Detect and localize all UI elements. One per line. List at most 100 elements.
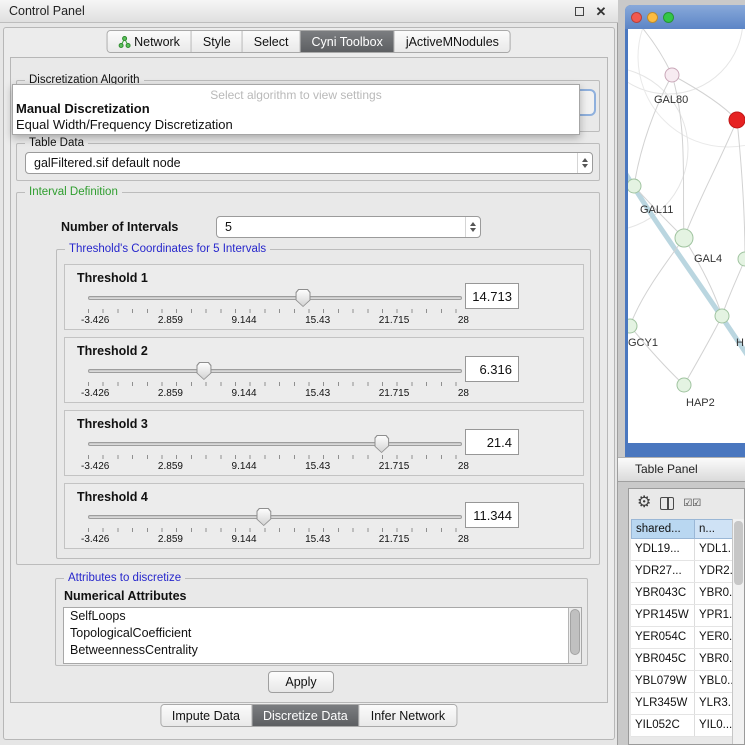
control-panel-tabs: Network Style Select Cyni Toolbox jActiv… — [106, 30, 511, 53]
table-data-group: Table Data galFiltered.sif default node — [16, 143, 600, 181]
control-panel: Control Panel ✕ Network Style Select Cyn… — [0, 0, 618, 745]
node-selected-red[interactable] — [729, 112, 745, 128]
slider-ticks — [88, 455, 462, 459]
threshold-3-value-field[interactable]: 21.4 — [465, 429, 519, 455]
threshold-1-value-field[interactable]: 14.713 — [465, 283, 519, 309]
network-graph: GAL80 GAL11 GAL4 GCY1 HAP2 H — [628, 29, 745, 443]
panel-title: Control Panel — [9, 4, 565, 18]
apply-button[interactable]: Apply — [268, 671, 334, 693]
slider-thumb[interactable] — [296, 289, 311, 307]
list-item-topologicalcoefficient[interactable]: TopologicalCoefficient — [64, 625, 581, 642]
tab-impute-data[interactable]: Impute Data — [161, 705, 252, 726]
scrollbar-thumb[interactable] — [734, 521, 743, 585]
interval-definition-group: Interval Definition Number of Intervals … — [16, 192, 600, 565]
zoom-traffic-light[interactable] — [663, 12, 674, 23]
thick-edge[interactable] — [628, 164, 745, 364]
threshold-4-value-field[interactable]: 11.344 — [465, 502, 519, 528]
table-panel-header[interactable]: Table Panel — [618, 457, 745, 482]
dropdown-placeholder: Select algorithm to view settings — [13, 85, 579, 101]
tab-cyni-toolbox[interactable]: Cyni Toolbox — [300, 31, 394, 52]
tab-network[interactable]: Network — [107, 31, 192, 52]
combobox-stepper-icon[interactable] — [577, 153, 592, 173]
list-item-selfloops[interactable]: SelfLoops — [64, 608, 581, 625]
float-window-button[interactable] — [571, 3, 587, 19]
tab-infer-network[interactable]: Infer Network — [360, 705, 456, 726]
table-scrollbar[interactable] — [732, 519, 744, 744]
attributes-scrollbar[interactable] — [568, 608, 581, 663]
tab-select[interactable]: Select — [243, 31, 301, 52]
columns-icon[interactable] — [660, 497, 674, 510]
attributes-group: Attributes to discretize Numerical Attri… — [55, 578, 588, 666]
slider-scale: -3.4262.8599.14415.4321.71528 — [81, 388, 469, 399]
gear-icon[interactable]: ⚙ — [637, 495, 651, 511]
numerical-attributes-label: Numerical Attributes — [64, 589, 186, 603]
close-window-button[interactable]: ✕ — [593, 3, 609, 19]
node-label-gal4: GAL4 — [694, 253, 722, 265]
node-label-hap2: HAP2 — [686, 397, 715, 409]
table-row[interactable]: YER054CYER0... — [631, 627, 732, 649]
column-header-name[interactable]: n... — [695, 519, 734, 539]
table-data-combobox[interactable]: galFiltered.sif default node — [25, 152, 593, 174]
network-icon — [118, 36, 130, 48]
node-hap2[interactable] — [677, 378, 691, 392]
tab-discretize-data[interactable]: Discretize Data — [252, 705, 360, 726]
thresholds-group: Threshold's Coordinates for 5 Intervals … — [56, 249, 591, 559]
dropdown-option-manual-discretization[interactable]: Manual Discretization — [13, 101, 579, 117]
cyni-mode-tabs: Impute Data Discretize Data Infer Networ… — [160, 704, 457, 727]
scrollbar-thumb[interactable] — [570, 609, 580, 655]
table-row[interactable]: YIL052CYIL0... — [631, 715, 732, 737]
table-row[interactable]: YBR045CYBR0... — [631, 649, 732, 671]
node-gal11[interactable] — [628, 179, 641, 193]
network-window-titlebar[interactable] — [625, 5, 745, 29]
tab-style[interactable]: Style — [192, 31, 243, 52]
table-toolbar: ⚙ ☑☑ — [629, 489, 744, 517]
thresholds-group-title: Threshold's Coordinates for 5 Intervals — [65, 242, 270, 256]
threshold-3-slider[interactable]: -3.4262.8599.14415.4321.71528 — [81, 433, 469, 475]
number-of-intervals-label: Number of Intervals — [61, 220, 178, 234]
control-panel-titlebar: Control Panel ✕ — [0, 0, 618, 23]
threshold-4-panel: Threshold 4 -3.4262.8599.14415.4321.7152… — [64, 483, 584, 549]
table-row[interactable]: YDL19...YDL1... — [631, 539, 732, 561]
threshold-2-slider[interactable]: -3.4262.8599.14415.4321.71528 — [81, 360, 469, 402]
slider-thumb[interactable] — [374, 435, 389, 453]
node-gal4[interactable] — [675, 229, 693, 247]
table-row[interactable]: YPR145WYPR1... — [631, 605, 732, 627]
node-gcy1[interactable] — [628, 319, 637, 333]
node-right-edge[interactable] — [738, 252, 745, 266]
table-data-group-title: Table Data — [25, 136, 88, 150]
column-header-shared-name[interactable]: shared... — [631, 519, 695, 539]
node-pink[interactable] — [665, 68, 679, 82]
threshold-3-panel: Threshold 3 -3.4262.8599.14415.4321.7152… — [64, 410, 584, 476]
slider-thumb[interactable] — [256, 508, 271, 526]
checkbox-filter-icons[interactable]: ☑☑ — [683, 498, 701, 509]
close-icon: ✕ — [596, 5, 607, 18]
list-item-betweennesscentrality[interactable]: BetweennessCentrality — [64, 642, 581, 659]
threshold-2-panel: Threshold 2 -3.4262.8599.14415.4321.7152… — [64, 337, 584, 403]
threshold-4-slider[interactable]: -3.4262.8599.14415.4321.71528 — [81, 506, 469, 548]
tab-jactivemnodules[interactable]: jActiveMNodules — [395, 31, 510, 52]
slider-ticks — [88, 309, 462, 313]
close-traffic-light[interactable] — [631, 12, 642, 23]
table-row[interactable]: YDR27...YDR2... — [631, 561, 732, 583]
intervals-stepper-icon[interactable] — [465, 217, 480, 237]
slider-ticks — [88, 528, 462, 532]
threshold-4-label: Threshold 4 — [77, 490, 148, 504]
table-data-value: galFiltered.sif default node — [34, 156, 577, 170]
tab-network-label: Network — [134, 35, 180, 49]
node-h[interactable] — [715, 309, 729, 323]
node-label-gcy1: GCY1 — [628, 337, 658, 349]
threshold-1-label: Threshold 1 — [77, 271, 148, 285]
number-of-intervals-value: 5 — [225, 220, 465, 234]
table-row[interactable]: YLR345WYLR3... — [631, 693, 732, 715]
network-canvas[interactable]: GAL80 GAL11 GAL4 GCY1 HAP2 H — [628, 29, 745, 443]
number-of-intervals-combobox[interactable]: 5 — [216, 216, 481, 238]
slider-thumb[interactable] — [196, 362, 211, 380]
minimize-traffic-light[interactable] — [647, 12, 658, 23]
table-row[interactable]: YBL079WYBL0... — [631, 671, 732, 693]
dropdown-option-equal-width[interactable]: Equal Width/Frequency Discretization — [13, 117, 579, 133]
threshold-2-value-field[interactable]: 6.316 — [465, 356, 519, 382]
node-label-h-partial: H — [736, 337, 744, 349]
threshold-1-slider[interactable]: -3.4262.8599.14415.4321.71528 — [81, 287, 469, 329]
table-row[interactable]: YBR043CYBR0... — [631, 583, 732, 605]
attributes-listbox[interactable]: SelfLoops TopologicalCoefficient Between… — [63, 607, 582, 664]
